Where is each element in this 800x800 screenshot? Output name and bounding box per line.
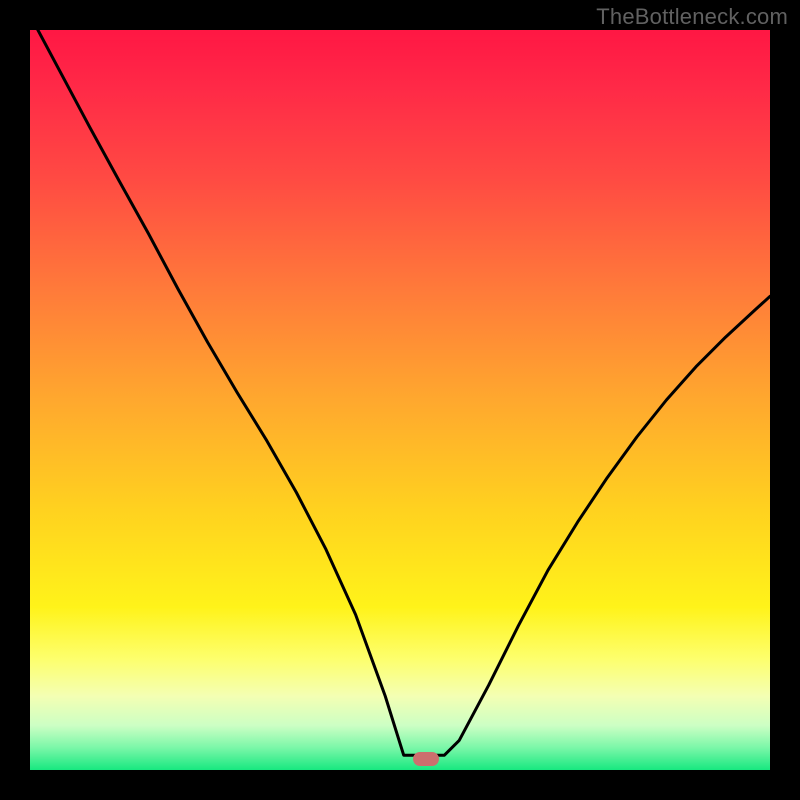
watermark-text: TheBottleneck.com: [596, 4, 788, 30]
gradient-background: [30, 30, 770, 770]
chart-container: TheBottleneck.com: [0, 0, 800, 800]
bottleneck-plot: [30, 30, 770, 770]
optimal-point-marker: [413, 752, 439, 766]
